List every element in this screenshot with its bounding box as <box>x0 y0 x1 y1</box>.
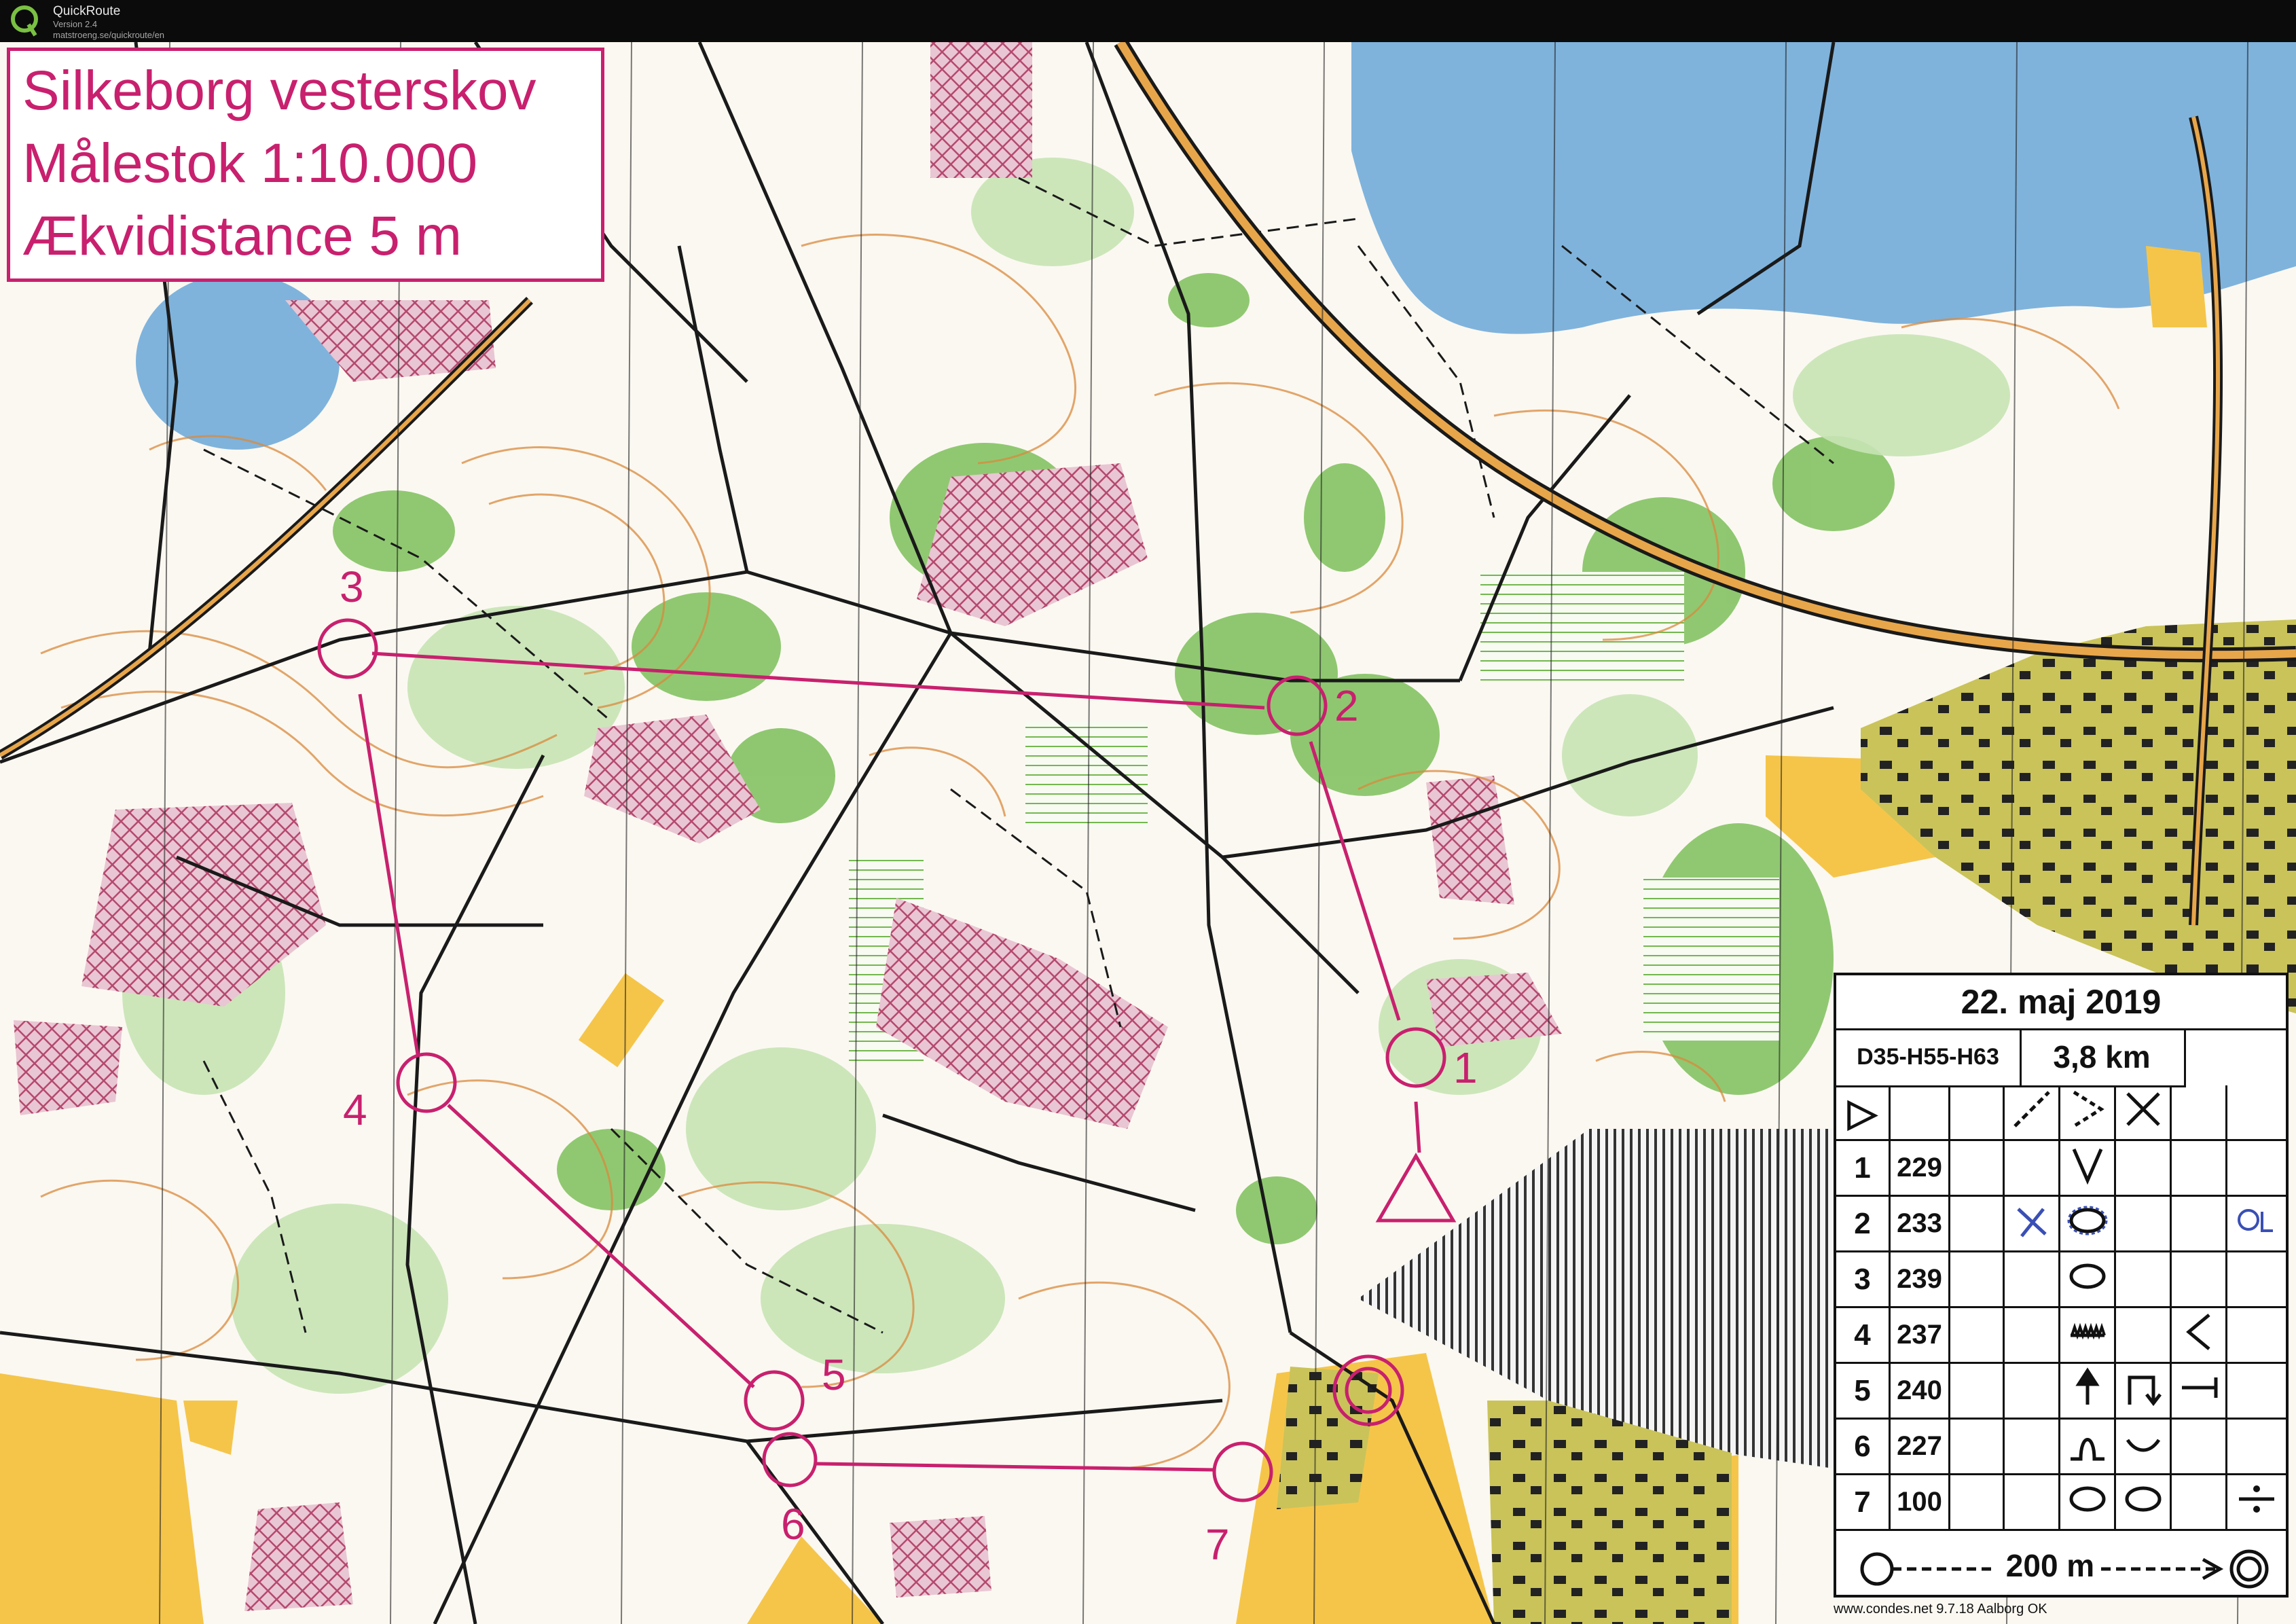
control-number-7: 7 <box>1205 1520 1230 1569</box>
description-row-1: 1 229 <box>1836 1141 2286 1197</box>
app-url: matstroeng.se/quickroute/en <box>53 30 165 40</box>
desc-cell <box>1950 1420 2005 1473</box>
finish-distance: 200 m <box>2005 1548 2095 1583</box>
control-code: 227 <box>1891 1420 1950 1473</box>
control-number-3: 3 <box>340 562 364 611</box>
map-title: Silkeborg vesterskov <box>22 60 536 122</box>
earth-bank-icon <box>2060 1308 2116 1362</box>
description-row-2: 2 233 <box>1836 1197 2286 1252</box>
between-icon <box>2227 1475 2286 1529</box>
control-description-sheet: 22. maj 2019 D35-H55-H63 3,8 km ▷ 1 229 … <box>1834 973 2289 1598</box>
row-number: 7 <box>1836 1475 1891 1529</box>
desc-cell <box>2116 1252 2172 1306</box>
knoll-icon <box>2060 1252 2116 1306</box>
app-name: QuickRoute <box>53 4 121 18</box>
row-number: 4 <box>1836 1308 1891 1362</box>
row-number: 6 <box>1836 1420 1891 1473</box>
upper-part-icon <box>2060 1364 2116 1418</box>
desc-cell <box>1950 1308 2005 1362</box>
knoll-icon <box>2060 1197 2116 1250</box>
control-number-2: 2 <box>1334 681 1359 730</box>
control-code: 239 <box>1891 1252 1950 1306</box>
control-code: 100 <box>1891 1475 1950 1529</box>
desc-cell <box>1950 1364 2005 1418</box>
control-code: 237 <box>1891 1308 1950 1362</box>
desc-cell <box>2005 1364 2060 1418</box>
app-version: Version 2.4 <box>53 19 98 29</box>
description-row-3: 3 239 <box>1836 1252 2286 1308</box>
desc-cell <box>1950 1197 2005 1250</box>
description-row-7: 7 100 <box>1836 1475 2286 1531</box>
desc-cell <box>1950 1085 2005 1139</box>
desc-cell <box>2005 1308 2060 1362</box>
desc-cell <box>2172 1197 2227 1250</box>
desc-cell <box>2116 1141 2172 1195</box>
control-number-6: 6 <box>781 1500 805 1549</box>
map-contour-interval: Ækvidistance 5 m <box>22 205 462 267</box>
handwritten-note-icon <box>2227 1197 2286 1250</box>
desc-cell <box>2005 1141 2060 1195</box>
handwritten-cross-icon <box>2005 1197 2060 1250</box>
control-code: 240 <box>1891 1364 1950 1418</box>
desc-cell <box>2172 1252 2227 1306</box>
desc-cell <box>2227 1420 2286 1473</box>
desc-cell <box>2227 1141 2286 1195</box>
desc-cell <box>2005 1420 2060 1473</box>
desc-cell <box>2227 1085 2286 1139</box>
bend-arrow-icon <box>2116 1364 2172 1418</box>
desc-cell <box>2005 1252 2060 1306</box>
row-number: 3 <box>1836 1252 1891 1306</box>
desc-cell <box>1891 1085 1950 1139</box>
map-info-box: Silkeborg vesterskov Målestok 1:10.000 Æ… <box>7 48 604 282</box>
desc-cell <box>2227 1364 2286 1418</box>
control-number-4: 4 <box>343 1085 367 1134</box>
desc-cell <box>2172 1420 2227 1473</box>
desc-cell <box>2116 1308 2172 1362</box>
foot-icon <box>2116 1420 2172 1473</box>
cross-icon <box>2116 1085 2172 1139</box>
description-row-6: 6 227 <box>1836 1420 2286 1475</box>
event-date: 22. maj 2019 <box>1836 975 2286 1030</box>
course-length: 3,8 km <box>2020 1028 2186 1087</box>
end-icon <box>2172 1364 2227 1418</box>
app-title-bar: QuickRoute Version 2.4 matstroeng.se/qui… <box>0 0 2296 42</box>
control-code: 233 <box>1891 1197 1950 1250</box>
desc-cell <box>1950 1252 2005 1306</box>
row-number: 2 <box>1836 1197 1891 1250</box>
reentrant-icon <box>2060 1141 2116 1195</box>
map-scale: Målestok 1:10.000 <box>22 132 478 194</box>
desc-cell <box>2116 1197 2172 1250</box>
control-number-1: 1 <box>1453 1043 1478 1092</box>
row-number: 5 <box>1836 1364 1891 1418</box>
knoll-icon <box>2060 1475 2116 1529</box>
desc-cell <box>1950 1141 2005 1195</box>
control-number-5: 5 <box>822 1350 846 1399</box>
start-row: ▷ <box>1836 1085 2286 1141</box>
crossing-path-icon <box>2005 1085 2060 1139</box>
desc-cell <box>1950 1475 2005 1529</box>
desc-cell <box>2172 1475 2227 1529</box>
path-junction-icon <box>2060 1085 2116 1139</box>
desc-cell <box>2172 1085 2227 1139</box>
spur-icon <box>2060 1420 2116 1473</box>
knoll-icon <box>2116 1475 2172 1529</box>
finish-legend: 200 m <box>1836 1543 2286 1595</box>
desc-cell <box>2172 1141 2227 1195</box>
course-class: D35-H55-H63 <box>1836 1028 2022 1087</box>
corner-icon <box>2172 1308 2227 1362</box>
footer-credit: www.condes.net 9.7.18 Aalborg OK <box>1834 1602 2047 1617</box>
desc-cell <box>2227 1252 2286 1306</box>
desc-cell <box>2005 1475 2060 1529</box>
control-code: 229 <box>1891 1141 1950 1195</box>
row-number: 1 <box>1836 1141 1891 1195</box>
quickroute-logo-icon <box>11 5 38 37</box>
description-row-5: 5 240 <box>1836 1364 2286 1420</box>
description-row-4: 4 237 <box>1836 1308 2286 1364</box>
desc-cell <box>2227 1308 2286 1362</box>
start-symbol: ▷ <box>1836 1085 1891 1139</box>
